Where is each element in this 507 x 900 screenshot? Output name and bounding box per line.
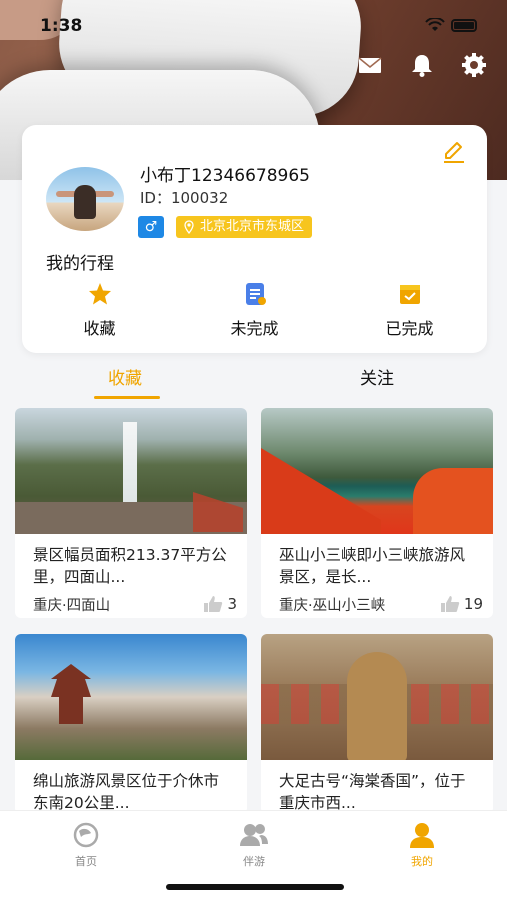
post-description: 绵山旅游风景区位于介休市东南20公里... <box>33 772 220 812</box>
people-icon <box>240 824 268 846</box>
post-card[interactable]: 绵山旅游风景区位于介休市东南20公里... <box>15 634 247 814</box>
bell-icon[interactable] <box>409 52 435 78</box>
post-description: 景区幅员面积213.37平方公里，四面山... <box>33 546 227 586</box>
status-time: 1:38 <box>40 16 83 36</box>
gear-icon[interactable] <box>461 52 487 78</box>
like-count-value: 3 <box>227 595 237 613</box>
tab-underline <box>94 396 160 399</box>
tab-favorites[interactable]: 收藏 <box>108 364 142 389</box>
post-image <box>261 634 493 760</box>
tabbar-home-label: 首页 <box>75 855 97 868</box>
location-badge: 北京北京市东城区 <box>176 216 313 238</box>
location-pin-icon <box>184 220 194 234</box>
trip-unfinished-button[interactable]: 未完成 <box>177 279 332 339</box>
post-image <box>15 634 247 760</box>
gender-badge: ♂ <box>138 216 164 238</box>
user-name: 小布丁12346678965 <box>140 166 310 186</box>
tabbar-me[interactable]: 我的 <box>392 821 452 869</box>
post-image <box>15 408 247 534</box>
post-card[interactable]: 巫山小三峡即小三峡旅游风景区，是长... 重庆·巫山小三峡 19 <box>261 408 493 618</box>
post-meta: 重庆·四面山 3 <box>15 590 247 618</box>
mail-icon[interactable] <box>357 52 383 78</box>
home-indicator <box>166 884 344 890</box>
home-globe-icon <box>73 822 99 848</box>
post-location: 重庆·巫山小三峡 <box>279 597 386 614</box>
trip-favorites-button[interactable]: 收藏 <box>22 279 177 339</box>
content-tabs: 收藏 关注 <box>0 360 507 402</box>
thumbs-up-icon <box>204 596 223 612</box>
check-box-icon <box>399 285 420 304</box>
post-card[interactable]: 大足古号“海棠香国”，位于重庆市西... <box>261 634 493 814</box>
trip-finished-button[interactable]: 已完成 <box>332 279 487 339</box>
trip-favorites-label: 收藏 <box>83 319 116 338</box>
status-bar: 1:38 <box>0 0 507 44</box>
trip-shortcuts: 收藏 未完成 已完成 <box>22 279 487 339</box>
post-meta: 重庆·巫山小三峡 19 <box>261 590 493 618</box>
status-icons <box>425 18 477 32</box>
trip-section-title: 我的行程 <box>46 254 114 274</box>
tabbar-home[interactable]: 首页 <box>56 821 116 869</box>
profile-card: 小布丁12346678965 ID：100032 ♂ 北京北京市东城区 我的行程… <box>22 125 487 353</box>
trip-finished-label: 已完成 <box>385 319 434 338</box>
battery-icon <box>451 18 477 32</box>
tabbar-me-label: 我的 <box>411 855 433 868</box>
thumbs-up-icon <box>440 596 460 612</box>
post-image <box>261 408 493 534</box>
edit-icon[interactable] <box>441 139 467 165</box>
star-icon <box>88 283 111 305</box>
trip-unfinished-label: 未完成 <box>230 319 279 338</box>
tabbar-companion-label: 伴游 <box>243 855 265 868</box>
tab-following[interactable]: 关注 <box>360 364 394 389</box>
user-id: ID：100032 <box>140 189 229 207</box>
user-icon <box>410 823 434 848</box>
tabbar-companion[interactable]: 伴游 <box>224 821 284 869</box>
top-actions <box>357 52 487 78</box>
like-count-value: 19 <box>463 595 483 613</box>
post-location: 重庆·四面山 <box>33 597 111 614</box>
like-count[interactable]: 3 <box>203 595 237 613</box>
post-description: 大足古号“海棠香国”，位于重庆市西... <box>279 772 466 812</box>
post-description: 巫山小三峡即小三峡旅游风景区，是长... <box>279 546 466 586</box>
document-icon <box>245 283 266 305</box>
like-count[interactable]: 19 <box>440 595 483 613</box>
wifi-icon <box>425 18 445 31</box>
post-card[interactable]: 景区幅员面积213.37平方公里，四面山... 重庆·四面山 3 <box>15 408 247 618</box>
avatar[interactable] <box>46 167 124 231</box>
location-text: 北京北京市东城区 <box>200 219 305 234</box>
